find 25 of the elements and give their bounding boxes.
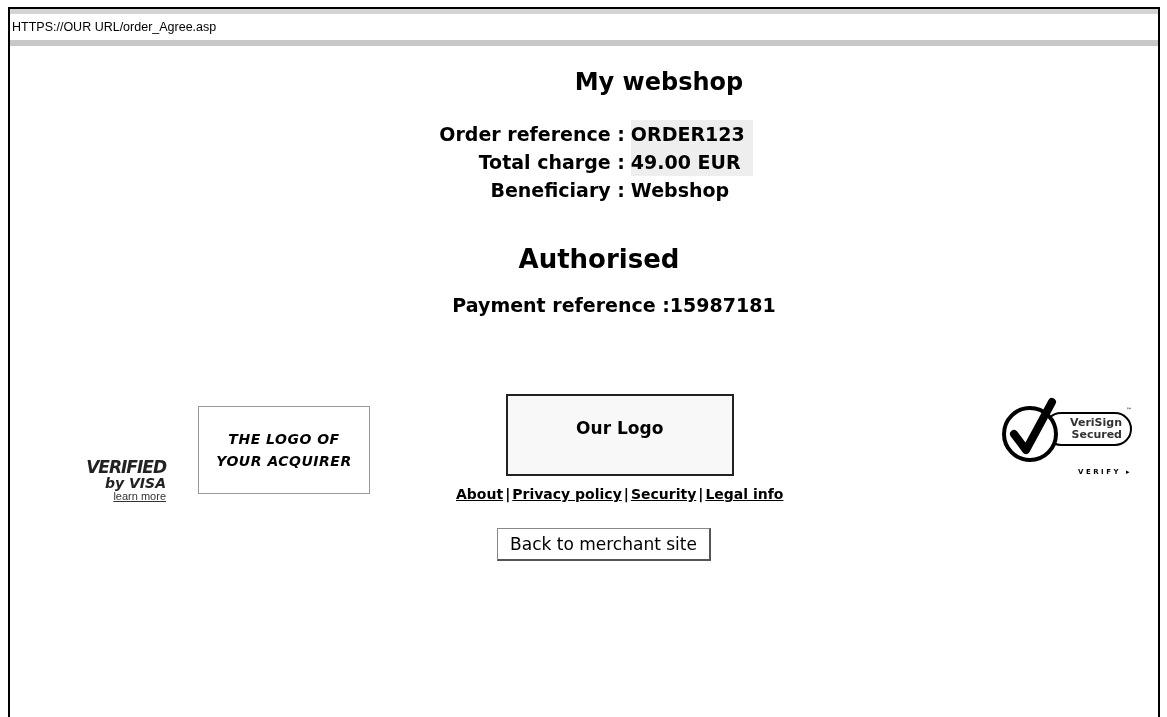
detail-label: Total charge :	[477, 150, 626, 175]
acquirer-logo-text: YOUR ACQUIRER	[216, 453, 352, 469]
detail-label: Beneficiary :	[489, 178, 626, 203]
footer-link[interactable]: Security	[630, 486, 697, 502]
verisign-badge-text: VeriSign	[1070, 417, 1122, 429]
detail-value: ORDER123	[630, 120, 753, 148]
detail-label: Order reference :	[439, 122, 626, 147]
payment-status: Authorised	[518, 244, 680, 274]
page-title: My webshop	[574, 68, 744, 96]
detail-value: 49.00 EUR	[630, 148, 753, 176]
footer-link[interactable]: About	[456, 486, 504, 502]
payment-reference: Payment reference :15987181	[452, 294, 776, 316]
visa-badge-subtitle: by VISA	[105, 476, 166, 490]
learn-more-link[interactable]: learn more	[113, 490, 166, 502]
visa-badge-title: VERIFIED	[86, 459, 166, 476]
link-separator: |	[698, 486, 704, 502]
back-to-merchant-button[interactable]: Back to merchant site	[497, 528, 711, 561]
acquirer-logo-text: THE LOGO OF	[228, 431, 340, 447]
link-separator: |	[623, 486, 629, 502]
footer-link[interactable]: Legal info	[705, 486, 784, 502]
verisign-badge-text: Secured	[1071, 429, 1122, 441]
address-bar[interactable]: HTTPS://OUR URL/order_Agree.asp	[10, 9, 1158, 46]
link-separator: |	[505, 486, 511, 502]
merchant-logo: Our Logo	[505, 394, 734, 476]
footer-link[interactable]: Privacy policy	[512, 486, 622, 502]
